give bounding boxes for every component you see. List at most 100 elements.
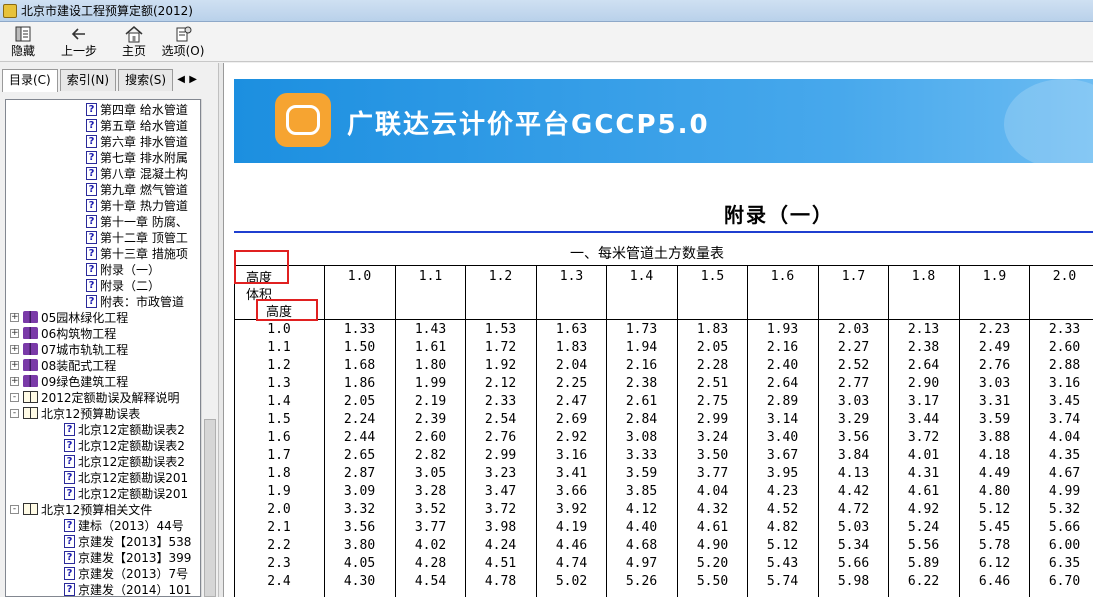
content-pane: 广联达云计价平台GCCP5.0 附录（一） 一、每米管道土方数量表 高度 体积 高度…: [223, 63, 1093, 597]
tab-scroll-left-icon[interactable]: ◀: [175, 71, 187, 89]
table-cell: 3.59: [978, 412, 1011, 427]
table-cell: 5.34: [837, 538, 870, 553]
expand-icon[interactable]: +: [10, 376, 19, 386]
tree-item[interactable]: ? 第十二章 顶管工: [86, 229, 188, 245]
options-button-label: 选项(O): [161, 44, 205, 58]
help-page-icon: ?: [86, 294, 97, 308]
table-cell: 3.03: [837, 394, 870, 409]
tree-item[interactable]: ? 第十一章 防腐、: [86, 213, 188, 229]
tree-item[interactable]: ? 第十章 热力管道: [86, 197, 188, 213]
tree-item[interactable]: +08装配式工程: [10, 357, 116, 373]
options-button[interactable]: 选项(O): [158, 22, 208, 62]
tree-item[interactable]: ? 北京12定额勘误表2: [64, 437, 185, 453]
column-header: 1.8: [911, 269, 936, 284]
collapse-icon[interactable]: -: [10, 408, 19, 418]
row-header: 1.6: [267, 430, 291, 445]
closed-book-icon: [23, 375, 38, 387]
table-cell: 5.78: [978, 538, 1011, 553]
tree-item[interactable]: ? 第九章 燃气管道: [86, 181, 188, 197]
tree-item-label: 第十章 热力管道: [100, 198, 188, 213]
table-cell: 3.44: [907, 412, 940, 427]
tree-item-label: 06构筑物工程: [41, 326, 117, 341]
table-cell: 2.77: [837, 376, 870, 391]
home-button-label: 主页: [121, 44, 146, 58]
tree-item[interactable]: ? 附表：市政管道: [86, 293, 184, 309]
tree-item[interactable]: - 北京12预算相关文件: [10, 501, 152, 517]
tree-item[interactable]: ? 第六章 排水管道: [86, 133, 188, 149]
back-button[interactable]: 上一步: [48, 22, 110, 62]
table-cell: 3.47: [484, 484, 517, 499]
table-cell: 3.09: [343, 484, 376, 499]
tree-item[interactable]: +07城市轨轨工程: [10, 341, 128, 357]
expand-icon[interactable]: +: [10, 312, 19, 322]
expand-icon[interactable]: +: [10, 328, 19, 338]
row-header: 1.0: [267, 322, 291, 337]
tree-item[interactable]: ? 第五章 给水管道: [86, 117, 188, 133]
table-cell: 4.32: [696, 502, 729, 517]
table-cell: 2.92: [555, 430, 588, 445]
table-cell: 2.27: [837, 340, 870, 355]
tree-scrollbar[interactable]: [201, 99, 218, 597]
table-cell: 1.73: [625, 322, 658, 337]
table-cell: 3.67: [766, 448, 799, 463]
collapse-icon[interactable]: -: [10, 504, 19, 514]
scrollbar-thumb[interactable]: [204, 419, 216, 597]
tree-item[interactable]: ? 第四章 给水管道: [86, 101, 188, 117]
home-button[interactable]: 主页: [112, 22, 156, 62]
table-cell: 4.30: [343, 574, 376, 589]
tree-item-label: 第十二章 顶管工: [100, 230, 188, 245]
tree-item[interactable]: ? 京建发【2013】538: [64, 533, 191, 549]
tree-item[interactable]: ? 建标（2013）44号: [64, 517, 184, 533]
tree-item[interactable]: ? 京建发（2014）101: [64, 581, 191, 596]
tree-item[interactable]: ? 北京12定额勘误表2: [64, 453, 185, 469]
tree-item[interactable]: ? 京建发【2013】399: [64, 549, 191, 565]
collapse-icon[interactable]: -: [10, 392, 19, 402]
help-page-icon: ?: [86, 118, 97, 132]
table-cell: 2.76: [484, 430, 517, 445]
table-cell: 4.49: [978, 466, 1011, 481]
tree-item[interactable]: ? 北京12定额勘误201: [64, 485, 188, 501]
table-cell: 5.02: [555, 574, 588, 589]
tree-item[interactable]: +05园林绿化工程: [10, 309, 128, 325]
tree-item[interactable]: ? 北京12定额勘误201: [64, 469, 188, 485]
tab-scroll-right-icon[interactable]: ▶: [187, 71, 199, 89]
tab-contents[interactable]: 目录(C): [2, 69, 58, 92]
tree-item[interactable]: ? 附录（二）: [86, 277, 160, 293]
table-cell: 4.72: [837, 502, 870, 517]
tree-item[interactable]: ? 第十三章 措施项: [86, 245, 188, 261]
expand-icon[interactable]: +: [10, 360, 19, 370]
closed-book-icon: [23, 327, 38, 339]
table-cell: 3.52: [414, 502, 447, 517]
table-cell: 2.76: [978, 358, 1011, 373]
table-cell: 2.65: [343, 448, 376, 463]
tree-item[interactable]: ? 京建发（2013）7号: [64, 565, 188, 581]
help-page-icon: ?: [64, 422, 75, 436]
tab-search[interactable]: 搜索(S): [118, 69, 174, 91]
table-cell: 4.68: [625, 538, 658, 553]
expand-icon[interactable]: +: [10, 344, 19, 354]
tree-item[interactable]: ? 第七章 排水附属: [86, 149, 188, 165]
help-page-icon: ?: [86, 102, 97, 116]
tree-item[interactable]: - 北京12预算勘误表: [10, 405, 140, 421]
tree-item[interactable]: +09绿色建筑工程: [10, 373, 128, 389]
hide-button[interactable]: 隐藏: [0, 22, 46, 62]
tree-item[interactable]: ? 北京12定额勘误表2: [64, 421, 185, 437]
table-cell: 3.16: [555, 448, 588, 463]
tree-item-label: 第七章 排水附属: [100, 150, 188, 165]
contents-tree[interactable]: ? 第四章 给水管道? 第五章 给水管道? 第六章 排水管道? 第七章 排水附属? 第八章…: [5, 99, 201, 597]
table-cell: 2.24: [343, 412, 376, 427]
help-page-icon: ?: [64, 582, 75, 596]
table-cell: 1.61: [414, 340, 447, 355]
tab-index[interactable]: 索引(N): [59, 69, 117, 91]
table-cell: 1.43: [414, 322, 447, 337]
row-header: 2.1: [267, 520, 291, 535]
home-icon: [124, 24, 144, 44]
tree-item[interactable]: ? 附录（一）: [86, 261, 160, 277]
tree-item[interactable]: +06构筑物工程: [10, 325, 116, 341]
tree-item[interactable]: ? 第八章 混凝土构: [86, 165, 188, 181]
tree-item[interactable]: - 2012定额勘误及解释说明: [10, 389, 180, 405]
annotation-box: [234, 250, 289, 284]
table-cell: 5.12: [978, 502, 1011, 517]
table-cell: 2.61: [625, 394, 658, 409]
table-cell: 5.89: [907, 556, 940, 571]
